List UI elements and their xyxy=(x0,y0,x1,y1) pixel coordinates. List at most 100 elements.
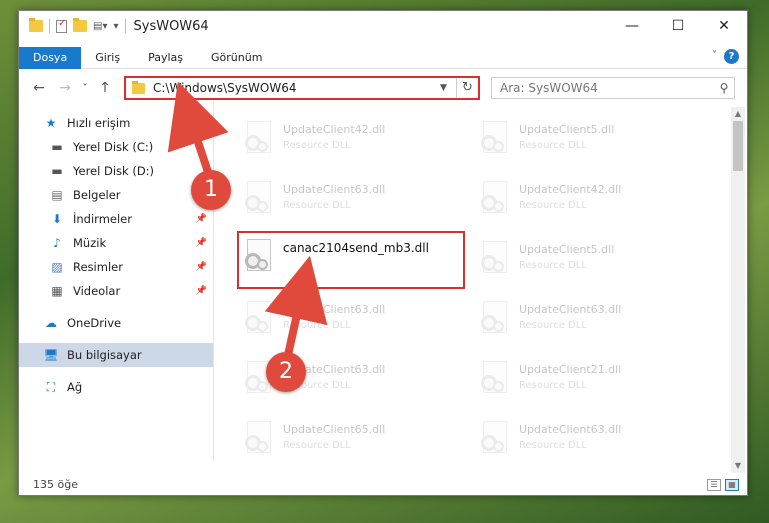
help-icon[interactable]: ? xyxy=(724,49,739,64)
minimize-button[interactable]: — xyxy=(609,11,655,41)
dll-file-icon xyxy=(243,181,273,219)
pin-icon[interactable]: 📌 xyxy=(196,214,207,224)
sidebar-item-label: Yerel Disk (D:) xyxy=(73,164,155,178)
file-name: UpdateClient63.dll xyxy=(519,303,622,316)
properties-icon[interactable] xyxy=(56,18,67,33)
downloads-icon: ⬇ xyxy=(51,212,63,226)
dll-file-icon xyxy=(243,239,273,277)
sidebar-item-label: Resimler xyxy=(73,260,123,274)
chevron-down-icon[interactable]: ▼ xyxy=(440,83,456,93)
scroll-down-icon[interactable]: ▼ xyxy=(731,459,745,473)
pin-icon[interactable]: 📌 xyxy=(196,238,207,248)
file-item[interactable]: UpdateClient5.dll Resource DLL xyxy=(455,115,685,171)
file-item[interactable]: UpdateClient5.dll Resource DLL xyxy=(455,235,685,291)
customize-toolbar-icon[interactable]: ▤▾ xyxy=(93,21,107,32)
details-view-icon[interactable]: ☰ xyxy=(707,479,721,491)
sidebar-item-label: Müzik xyxy=(73,236,107,250)
new-folder-icon[interactable] xyxy=(73,18,87,32)
sidebar-item-local-disk-c[interactable]: ▬ Yerel Disk (C:) xyxy=(19,135,213,159)
file-item[interactable]: UpdateClient63.dll Resource DLL xyxy=(219,175,449,231)
quick-access-toolbar: ▤▾ ▾ xyxy=(29,18,126,33)
file-name: UpdateClient5.dll xyxy=(519,243,615,256)
file-type: Resource DLL xyxy=(519,200,587,211)
sidebar-item-network[interactable]: ⛶ Ağ xyxy=(19,375,213,399)
maximize-button[interactable]: ☐ xyxy=(655,11,701,41)
view-switcher: ☰ ▦ xyxy=(707,479,739,491)
sidebar-item-videos[interactable]: ▦ Videolar 📌 xyxy=(19,279,213,303)
file-type: Resource DLL xyxy=(283,200,351,211)
tab-file[interactable]: Dosya xyxy=(19,46,82,69)
tiles-view-icon[interactable]: ▦ xyxy=(725,479,739,491)
sidebar-item-quick-access[interactable]: ★ Hızlı erişim xyxy=(19,111,213,135)
file-item-highlighted[interactable]: canac2104send_mb3.dll xyxy=(219,233,449,289)
dll-file-icon xyxy=(479,301,509,339)
up-button[interactable]: ↑ xyxy=(95,80,115,96)
file-item[interactable]: UpdateClient63.dll Resource DLL xyxy=(219,355,449,411)
sidebar-item-label: Hızlı erişim xyxy=(67,116,131,130)
dll-file-icon xyxy=(243,121,273,159)
navigation-bar: ← → ˅ ↑ C:\Windows\SysWOW64 ▼ ↻ Ara: Sys… xyxy=(19,75,747,101)
dll-file-icon xyxy=(243,361,273,399)
tab-share[interactable]: Paylaş xyxy=(134,47,197,69)
pin-icon[interactable]: 📌 xyxy=(196,286,207,296)
sidebar-item-this-pc[interactable]: 🖥 Bu bilgisayar xyxy=(19,343,213,367)
navigation-pane: ★ Hızlı erişim ▬ Yerel Disk (C:) ▬ Yerel… xyxy=(19,111,213,461)
address-path[interactable]: C:\Windows\SysWOW64 xyxy=(153,81,440,95)
expand-ribbon-icon[interactable]: ˅ xyxy=(712,50,717,61)
file-item[interactable]: UpdateClient63.dll Resource DLL xyxy=(455,295,685,351)
file-type: Resource DLL xyxy=(283,440,351,451)
sidebar-item-music[interactable]: ♪ Müzik 📌 xyxy=(19,231,213,255)
refresh-icon[interactable]: ↻ xyxy=(456,78,478,98)
close-button[interactable]: ✕ xyxy=(701,11,747,41)
scroll-up-icon[interactable]: ▲ xyxy=(731,107,745,121)
sidebar-item-label: Bu bilgisayar xyxy=(67,348,142,362)
status-bar: 135 öğe ☰ ▦ xyxy=(19,473,747,495)
file-item[interactable]: UpdateClient65.dll Resource DLL xyxy=(219,415,449,471)
address-bar[interactable]: C:\Windows\SysWOW64 ▼ ↻ xyxy=(124,76,480,100)
file-type: Resource DLL xyxy=(283,320,351,331)
vertical-scrollbar[interactable]: ▲ ▼ xyxy=(731,107,745,473)
search-icon[interactable]: ⚲ xyxy=(714,81,734,95)
sidebar-item-pictures[interactable]: ▨ Resimler 📌 xyxy=(19,255,213,279)
pin-icon[interactable]: 📌 xyxy=(196,262,207,272)
file-name: UpdateClient63.dll xyxy=(283,363,386,376)
folder-icon xyxy=(29,18,43,32)
tab-home[interactable]: Giriş xyxy=(81,47,134,69)
drive-icon: ▬ xyxy=(51,164,63,178)
file-item[interactable]: UpdateClient42.dll Resource DLL xyxy=(219,115,449,171)
file-item[interactable]: UpdateClient63.dll Resource DLL xyxy=(455,415,685,471)
forward-button[interactable]: → xyxy=(55,80,75,96)
file-name: UpdateClient63.dll xyxy=(283,183,386,196)
file-type: Resource DLL xyxy=(283,380,351,391)
sidebar-item-label: Videolar xyxy=(73,284,121,298)
tab-view[interactable]: Görünüm xyxy=(197,47,276,69)
file-item[interactable]: UpdateClient63.dll Resource DLL xyxy=(219,295,449,351)
file-name: UpdateClient42.dll xyxy=(283,123,386,136)
file-name: UpdateClient63.dll xyxy=(283,303,386,316)
file-name: UpdateClient21.dll xyxy=(519,363,622,376)
dll-file-icon xyxy=(243,421,273,459)
toolbar-dropdown-icon[interactable]: ▾ xyxy=(113,21,118,32)
sidebar-item-local-disk-d[interactable]: ▬ Yerel Disk (D:) xyxy=(19,159,213,183)
sidebar-item-label: Belgeler xyxy=(73,188,121,202)
cloud-icon: ☁ xyxy=(45,316,57,330)
dll-file-icon xyxy=(479,181,509,219)
file-type: Resource DLL xyxy=(283,140,351,151)
search-input[interactable]: Ara: SysWOW64 xyxy=(500,81,714,95)
file-type: Resource DLL xyxy=(519,380,587,391)
dll-file-icon xyxy=(479,241,509,279)
scrollbar-thumb[interactable] xyxy=(733,121,743,171)
videos-icon: ▦ xyxy=(51,284,63,298)
recent-locations-button[interactable]: ˅ xyxy=(75,83,95,94)
sidebar-item-documents[interactable]: ▤ Belgeler xyxy=(19,183,213,207)
search-box[interactable]: Ara: SysWOW64 ⚲ xyxy=(491,77,735,99)
file-item[interactable]: UpdateClient42.dll Resource DLL xyxy=(455,175,685,231)
back-button[interactable]: ← xyxy=(29,80,49,96)
file-item[interactable]: UpdateClient21.dll Resource DLL xyxy=(455,355,685,411)
sidebar-item-label: Yerel Disk (C:) xyxy=(73,140,154,154)
drive-icon: ▬ xyxy=(51,140,63,154)
sidebar-item-downloads[interactable]: ⬇ İndirmeler 📌 xyxy=(19,207,213,231)
file-name: UpdateClient42.dll xyxy=(519,183,622,196)
file-type: Resource DLL xyxy=(519,260,587,271)
sidebar-item-onedrive[interactable]: ☁ OneDrive xyxy=(19,311,213,335)
